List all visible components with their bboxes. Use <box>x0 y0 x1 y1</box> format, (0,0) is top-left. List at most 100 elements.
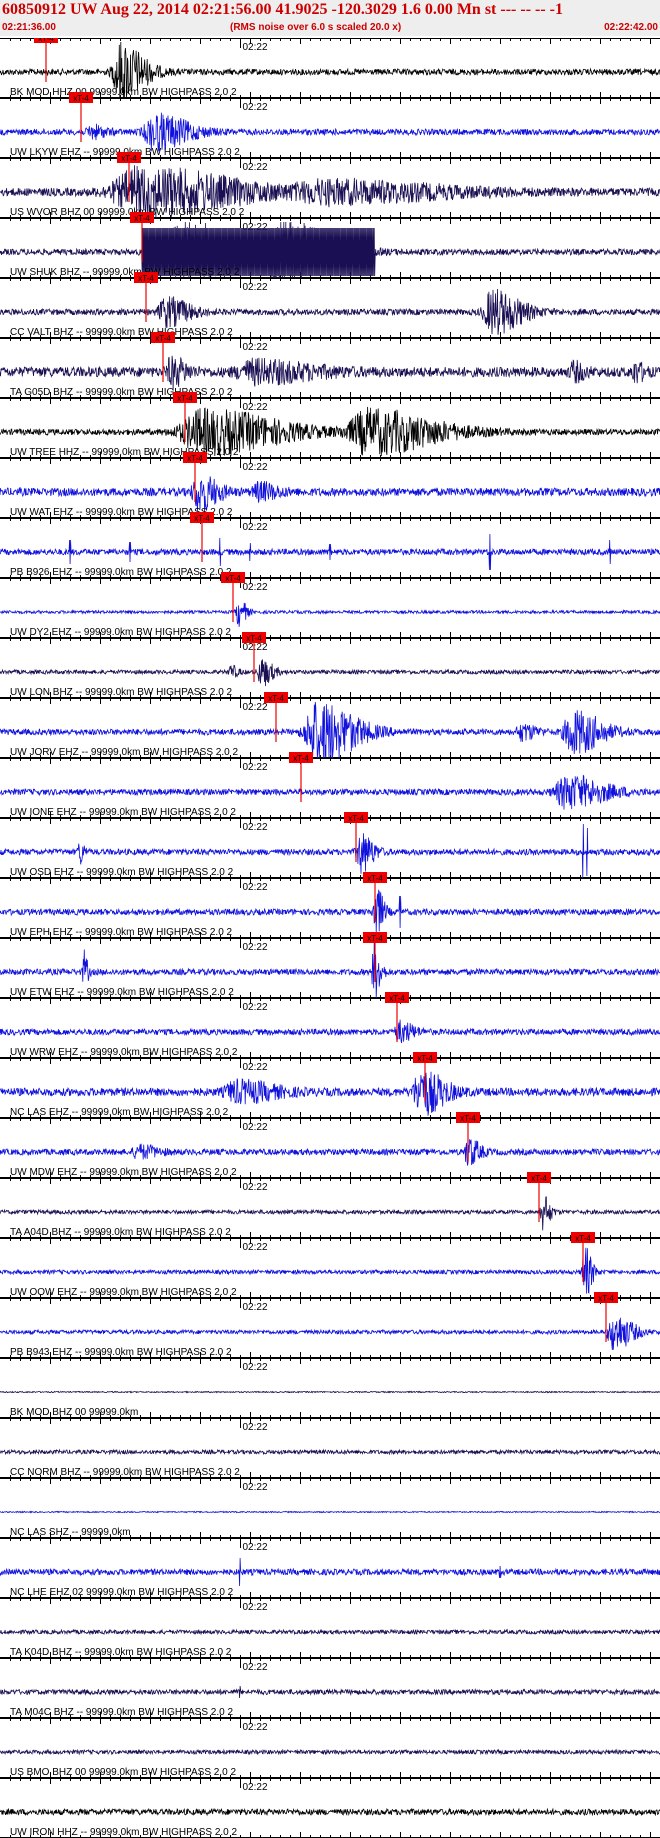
station-label: UW EPH EHZ -- 99999.0km BW HIGHPASS 2.0 … <box>10 927 233 938</box>
station-label: UW WRW EHZ -- 99999.0km BW HIGHPASS 2.0 … <box>10 1047 238 1058</box>
minute-label: 02:22 <box>243 522 268 533</box>
minute-label: 02:22 <box>243 1002 268 1013</box>
minute-label: 02:22 <box>243 1422 268 1433</box>
station-label: UW MDW EHZ -- 99999.0km BW HIGHPASS 2.0 … <box>10 1167 237 1178</box>
pick-label: xT-4 <box>575 1234 591 1243</box>
trace-12: 02:22 UW IONE EHZ -- 99999.0km BW HIGHPAS… <box>0 752 660 818</box>
waveform <box>0 1390 660 1394</box>
station-label: UW LON BHZ -- 99999.0km BW HIGHPASS 2.0 … <box>10 687 233 698</box>
trace-28: 02:22 US BMO BHZ 00 99999.0km BW HIGHPASS… <box>0 1718 660 1778</box>
pick-label: xT-4 <box>155 334 171 343</box>
station-label: CC NORM BHZ -- 99999.0km BW HIGHPASS 2.0… <box>10 1467 240 1478</box>
station-label: US BMO BHZ 00 99999.0km BW HIGHPASS 2.0 … <box>10 1767 236 1778</box>
pick-label: xT-4 <box>367 874 383 883</box>
station-label: TA G05D BHZ -- 99999.0km BW HIGHPASS 2.0… <box>10 387 233 398</box>
header-bar: 60850912 UW Aug 22, 2014 02:21:56.00 41.… <box>0 0 660 36</box>
trace-3: 02:22UW SHUK BHZ -- 99999.0km BW HIGHPAS… <box>0 212 660 279</box>
trace-1: 02:22UW LKYW EHZ -- 99999.0km BW HIGHPAS… <box>0 92 660 158</box>
trace-13: 02:22 UW OSD EHZ -- 99999.0km BW HIGHPASS… <box>0 812 660 879</box>
minute-label: 02:22 <box>243 402 268 413</box>
pick-label: xT-4 <box>187 454 203 463</box>
minute-label: 02:22 <box>243 102 268 113</box>
minute-label: 02:22 <box>243 882 268 893</box>
trace-0: 02:22 BK MOD HHZ 00 99999.0km BW HIGHPASS… <box>0 38 660 99</box>
station-label: UW OSD EHZ -- 99999.0km BW HIGHPASS 2.0 … <box>10 867 234 878</box>
trace-27: 02:22 TA M04C BHZ -- 99999.0km BW HIGHPAS… <box>0 1658 660 1718</box>
waveform <box>0 112 660 152</box>
waveform <box>0 889 660 933</box>
minute-label: 02:22 <box>243 582 268 593</box>
minute-label: 02:22 <box>243 1182 268 1193</box>
pick-label: xT-4 <box>348 814 364 823</box>
waveform <box>0 1510 660 1514</box>
trace-7: 02:22UW WAT EHZ -- 99999.0km BW HIGHPASS… <box>0 452 660 518</box>
waveform <box>0 1138 660 1166</box>
pick-label: xT-4 <box>134 214 150 223</box>
station-label: UW IONE EHZ -- 99999.0km BW HIGHPASS 2.0… <box>10 807 236 818</box>
trace-18: 02:22 UW MDW EHZ -- 99999.0km BW HIGHPASS… <box>0 1112 660 1178</box>
trace-19: 02:22 TA A04D BHZ -- 99999.0km BW HIGHPAS… <box>0 1172 660 1238</box>
trace-6: 02:22UW TREE HHZ -- 99999.0km BW HIGHPAS… <box>0 392 660 458</box>
end-time: 02:22:42.00 <box>604 22 658 33</box>
minute-label: 02:22 <box>243 1362 268 1373</box>
waveform <box>0 602 660 627</box>
trace-17: 02:22 NC LAS EHZ -- 99999.0km BW HIGHPASS… <box>0 1052 660 1118</box>
trace-22: 02:22 BK MOD BHZ 00 99999.0km <box>0 1358 660 1418</box>
minute-label: 02:22 <box>243 642 268 653</box>
waveform <box>0 1317 660 1351</box>
event-title: 60850912 UW Aug 22, 2014 02:21:56.00 41.… <box>2 1 563 18</box>
station-label: UW ETW EHZ -- 99999.0km BW HIGHPASS 2.0 … <box>10 987 234 998</box>
station-label: UW OOW EHZ -- 99999.0km BW HIGHPASS 2.0 … <box>10 1287 237 1298</box>
minute-label: 02:22 <box>243 702 268 713</box>
minute-label: 02:22 <box>243 1602 268 1613</box>
station-label: UW JORV EHZ -- 99999.0km BW HIGHPASS 2.0… <box>10 747 238 758</box>
waveform <box>0 774 660 810</box>
waveform <box>0 533 660 571</box>
waveform <box>0 1557 660 1587</box>
minute-label: 02:22 <box>243 1302 268 1313</box>
minute-label: 02:22 <box>243 462 268 473</box>
start-time: 02:21:36.00 <box>2 22 56 33</box>
minute-label: 02:22 <box>243 1722 268 1733</box>
pick-label: xT-4 <box>138 274 154 283</box>
rms-subtitle: (RMS noise over 6.0 s scaled 20.0 x) <box>230 22 402 33</box>
trace-15: 02:22 UW ETW EHZ -- 99999.0km BW HIGHPASS… <box>0 932 660 999</box>
waveform <box>0 1019 660 1044</box>
minute-label: 02:22 <box>243 1782 268 1793</box>
waveform <box>0 355 660 391</box>
trace-8: 02:22 PB B926 EHZ -- 99999.0km BW HIGHPAS… <box>0 512 660 578</box>
minute-label: 02:22 <box>243 1242 268 1253</box>
pick-label: xT-4 <box>460 1114 476 1123</box>
trace-14: 02:22 UW EPH EHZ -- 99999.0km BW HIGHPASS… <box>0 872 660 938</box>
pick-label: xT-4 <box>121 154 137 163</box>
pick-label: xT-4 <box>293 754 309 763</box>
pick-label: xT-4 <box>531 1174 547 1183</box>
minute-label: 02:22 <box>243 1122 268 1133</box>
station-label: PB B926 EHZ -- 99999.0km BW HIGHPASS 2.0… <box>10 567 232 578</box>
trace-24: 02:22 NC LAS SHZ -- 99999.0km <box>0 1478 660 1538</box>
station-label: UW SHUK BHZ -- 99999.0km BW HIGHPASS 2.0… <box>10 267 240 278</box>
pick-label: xT-4 <box>246 634 262 643</box>
trace-9: 02:22 UW DY2 EHZ -- 99999.0km BW HIGHPASS… <box>0 572 660 638</box>
minute-label: 02:22 <box>243 1542 268 1553</box>
trace-23: 02:22 CC NORM BHZ -- 99999.0km BW HIGHPAS… <box>0 1418 660 1478</box>
minute-label: 02:22 <box>243 162 268 173</box>
pick-label: xT-4 <box>417 1054 433 1063</box>
pick-label: xT-4 <box>598 1294 614 1303</box>
station-label: NC LAS SHZ -- 99999.0km <box>10 1527 131 1538</box>
station-label: BK MOD BHZ 00 99999.0km <box>10 1407 138 1418</box>
pick-label: xT-4 <box>367 934 383 943</box>
pick-label: xT-4 <box>389 994 405 1003</box>
trace-21: 02:22 PB B943 EHZ -- 99999.0km BW HIGHPAS… <box>0 1292 660 1358</box>
waveform <box>0 1685 660 1699</box>
trace-29: 02:22 UW IRON HHZ -- 99999.0km BW HIGHPAS… <box>0 1778 660 1838</box>
station-label: BK MOD HHZ 00 99999.0km BW HIGHPASS 2.0 … <box>10 87 237 98</box>
seismogram-plot: 02:22 BK MOD HHZ 00 99999.0km BW HIGHPASS… <box>0 38 660 1838</box>
minute-label: 02:22 <box>243 942 268 953</box>
minute-label: 02:22 <box>243 1482 268 1493</box>
station-label: PB B943 EHZ -- 99999.0km BW HIGHPASS 2.0… <box>10 1347 232 1358</box>
pick-label: xT-4 <box>177 394 193 403</box>
minute-label: 02:22 <box>243 1662 268 1673</box>
station-label: NC LAS EHZ -- 99999.0km BW HIGHPASS 2.0 … <box>10 1107 229 1118</box>
minute-label: 02:22 <box>243 42 268 53</box>
